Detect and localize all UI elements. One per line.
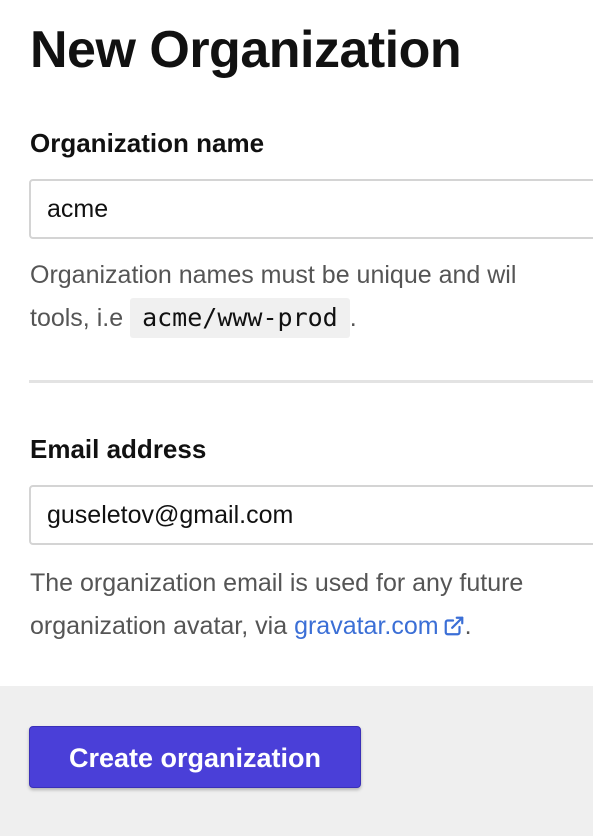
email-help-line1: The organization email is used for any f… <box>30 569 524 597</box>
email-label: Email address <box>30 434 207 464</box>
org-name-help-period: . <box>349 304 357 332</box>
gravatar-link[interactable]: gravatar.com <box>294 612 465 640</box>
create-organization-button[interactable]: Create organization <box>29 726 361 788</box>
gravatar-link-text: gravatar.com <box>294 612 439 640</box>
org-name-input[interactable] <box>29 179 593 239</box>
org-name-help-line1: Organization names must be unique and wi… <box>30 261 517 289</box>
org-name-label: Organization name <box>30 128 265 158</box>
email-help-line2: organization avatar, via <box>30 612 295 640</box>
email-help: The organization email is used for any f… <box>30 562 593 651</box>
org-slug-example: acme/www-prod <box>130 298 350 338</box>
section-divider <box>29 380 593 383</box>
email-field[interactable] <box>29 485 593 545</box>
org-name-help-line2: tools, i.e <box>30 304 131 332</box>
email-help-period: . <box>464 612 472 640</box>
new-organization-page: New Organization Organization name Organ… <box>0 0 593 836</box>
page-title: New Organization <box>30 21 462 79</box>
org-name-help: Organization names must be unique and wi… <box>30 254 593 340</box>
external-link-icon <box>443 608 465 651</box>
